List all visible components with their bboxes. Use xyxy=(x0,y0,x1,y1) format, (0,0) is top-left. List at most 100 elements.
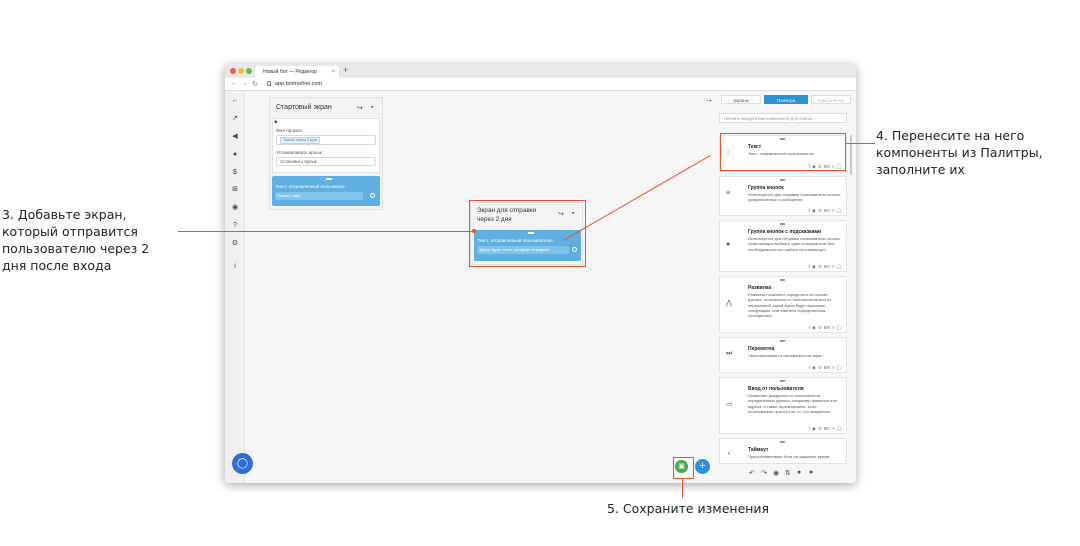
messenger-icons: f ◉ ✆ ВК ◊ ◯ xyxy=(808,426,842,431)
close-window-button[interactable] xyxy=(230,68,236,74)
palette-item-title: Перемотка xyxy=(748,346,775,352)
palette-item-title: Развилка xyxy=(748,285,772,291)
redo-icon[interactable]: ↷ xyxy=(761,469,767,477)
tab-title: Новый бот — Редактор xyxy=(263,69,317,75)
palette-scrollbar[interactable] xyxy=(850,135,852,175)
left-sidebar: ← ↗ ◀ ● $ ⊞ ◉ ? ⚙ i xyxy=(225,91,245,483)
tab-screens[interactable]: Экраны xyxy=(721,95,761,104)
annotation-step-4: 4. Перенесите на него компоненты из Пали… xyxy=(876,128,1043,177)
messenger-icon[interactable]: ● xyxy=(809,469,813,476)
chat-icon[interactable]: ● xyxy=(231,151,239,159)
drag-handle-icon[interactable] xyxy=(780,441,785,443)
palette-item-title: Таймаут xyxy=(748,447,769,453)
tab-components[interactable]: Компоненты xyxy=(811,95,851,104)
palette-item-button-group[interactable]: ≡ Группа кнопок Используется для отправк… xyxy=(719,176,847,216)
palette-item-desc: Позволяет дождаться от пользователя опре… xyxy=(748,393,837,414)
start-text-input[interactable]: Привет, мир! xyxy=(275,192,363,200)
highlight-screen-2 xyxy=(469,200,586,267)
start-text-component[interactable]: Текст, отправленный пользовате Привет, м… xyxy=(272,176,380,206)
back-arrow-icon[interactable]: ← xyxy=(231,97,239,105)
support-chat-button[interactable]: ◯ xyxy=(232,453,253,474)
drag-handle-icon[interactable] xyxy=(780,380,785,382)
messenger-icons: f ◉ ✆ ВК ◊ ◯ xyxy=(808,264,842,269)
sort-icon[interactable]: ⇅ xyxy=(785,469,791,477)
palette-item-fork[interactable]: ⋀ Развилка Развилка позволяет определить… xyxy=(719,276,847,333)
address-bar: ← → ↻ app.botmother.com xyxy=(225,78,856,91)
share-icon[interactable]: ↪ xyxy=(357,104,363,112)
palette-item-title: Группа кнопок xyxy=(748,185,784,191)
label-chip[interactable]: Только через 2 дня xyxy=(280,137,320,144)
chart-icon[interactable]: ↗ xyxy=(231,115,239,123)
new-tab-button[interactable]: + xyxy=(343,65,348,75)
annotation-step-3: 3. Добавьте экран, который отправится по… xyxy=(2,207,150,273)
set-label-value: Установить ярлык xyxy=(280,159,317,164)
rewind-icon: ⏭ xyxy=(726,350,733,357)
lock-screen-icon[interactable]: ▪ xyxy=(371,104,373,111)
highlight-palette-text xyxy=(720,133,846,171)
dollar-icon[interactable]: $ xyxy=(231,169,239,177)
input-field-icon: ▭ xyxy=(726,401,733,408)
users-icon[interactable]: ◉ xyxy=(231,204,239,212)
reload-icon[interactable]: ↻ xyxy=(252,80,258,88)
url-field[interactable]: app.botmother.com xyxy=(275,81,322,87)
start-text-title: Текст, отправленный пользовате xyxy=(275,184,345,189)
palette-item-desc: Используется для отправки пользователю к… xyxy=(748,236,841,252)
maximize-window-button[interactable] xyxy=(246,68,252,74)
sitemap-icon[interactable]: ⊞ xyxy=(231,186,239,194)
palette-item-desc: Приостанавливает бота на заданное время xyxy=(748,454,830,459)
annotation-step-5: 5. Сохраните изменения xyxy=(607,501,770,516)
palette-item-title: Группа кнопок с подсказками xyxy=(748,229,822,235)
browser-tab[interactable]: Новый бот — Редактор × xyxy=(255,66,339,78)
help-icon[interactable]: ? xyxy=(231,222,239,230)
tab-palette[interactable]: Палитра xyxy=(764,95,808,104)
close-tab-icon[interactable]: × xyxy=(331,66,335,78)
highlight-save-button xyxy=(673,457,694,479)
callout-line-step-3 xyxy=(178,231,474,232)
callout-line-step-4 xyxy=(846,143,875,144)
collapse-panel-icon[interactable]: → xyxy=(705,95,713,104)
messenger-icons: f ◉ ✆ ВК ◊ ◯ xyxy=(808,365,842,370)
menu-icon: ≡ xyxy=(726,190,731,197)
emoji-icon[interactable] xyxy=(370,193,375,198)
clock-icon: ◔ xyxy=(726,451,731,458)
settings-icon[interactable]: ⚙ xyxy=(231,240,239,248)
browser-titlebar: Новый бот — Редактор × + xyxy=(225,64,856,78)
palette-item-timeout[interactable]: ◔ Таймаут Приостанавливает бота на задан… xyxy=(719,438,847,464)
label-name-label: Имя ярлыка xyxy=(276,128,302,133)
info-icon[interactable]: i xyxy=(231,263,239,271)
set-label-select[interactable]: Установить ярлык xyxy=(276,157,376,166)
back-icon[interactable]: ← xyxy=(230,80,237,87)
palette-item-button-group-hints[interactable]: ● Группа кнопок с подсказками Использует… xyxy=(719,220,847,272)
callout-line-step-5 xyxy=(682,479,683,498)
palette-item-desc: Перенаправляет пользователя на экран xyxy=(748,353,823,358)
label-name-select[interactable]: Только через 2 дня xyxy=(276,135,376,145)
browser-window: Новый бот — Редактор × + ← → ↻ app.botmo… xyxy=(225,64,856,483)
drag-handle-icon[interactable] xyxy=(780,340,785,342)
minimize-window-button[interactable] xyxy=(238,68,244,74)
drag-handle-icon[interactable] xyxy=(780,223,785,225)
palette-item-desc: Развилка позволяет определить на основе … xyxy=(748,292,831,319)
drag-handle-icon[interactable] xyxy=(780,279,785,281)
telegram-icon[interactable]: ● xyxy=(797,469,801,476)
palette-item-rewind[interactable]: ⏭ Перемотка Перенаправляет пользователя … xyxy=(719,337,847,373)
undo-icon[interactable]: ↶ xyxy=(749,469,755,477)
fork-icon: ⋀ xyxy=(726,300,732,307)
label-component: ◆ Имя ярлыка Только через 2 дня Устанавл… xyxy=(272,118,380,173)
set-label-label: Устанавливать ярлык: xyxy=(276,150,323,155)
palette-item-user-input[interactable]: ▭ Ввод от пользователя Позволяет дождать… xyxy=(719,377,847,434)
messenger-icons: f ◉ ✆ ВК ◊ ◯ xyxy=(808,325,842,330)
palette-item-title: Ввод от пользователя xyxy=(748,386,804,392)
megaphone-icon[interactable]: ◀ xyxy=(231,133,239,141)
start-screen-card[interactable]: Стартовый экран ↪ ▪ ◆ Имя ярлыка Только … xyxy=(269,97,383,210)
messenger-icons: f ◉ ✆ ВК ◊ ◯ xyxy=(808,208,842,213)
eye-icon[interactable]: ◉ xyxy=(773,469,779,477)
start-screen-title: Стартовый экран xyxy=(276,104,332,111)
callout-dot-step-3 xyxy=(472,229,476,233)
drag-handle-icon[interactable] xyxy=(780,179,785,181)
forward-icon[interactable]: → xyxy=(241,80,248,87)
add-screen-button[interactable]: + xyxy=(695,459,710,474)
drag-handle-icon[interactable] xyxy=(326,178,332,180)
palette-search-input[interactable]: Начните вводить имя компонента для поиск… xyxy=(719,113,847,123)
tag-icon: ◆ xyxy=(274,119,278,124)
palette-toolbar: ↶ ↷ ◉ ⇅ ● ● xyxy=(699,465,856,483)
